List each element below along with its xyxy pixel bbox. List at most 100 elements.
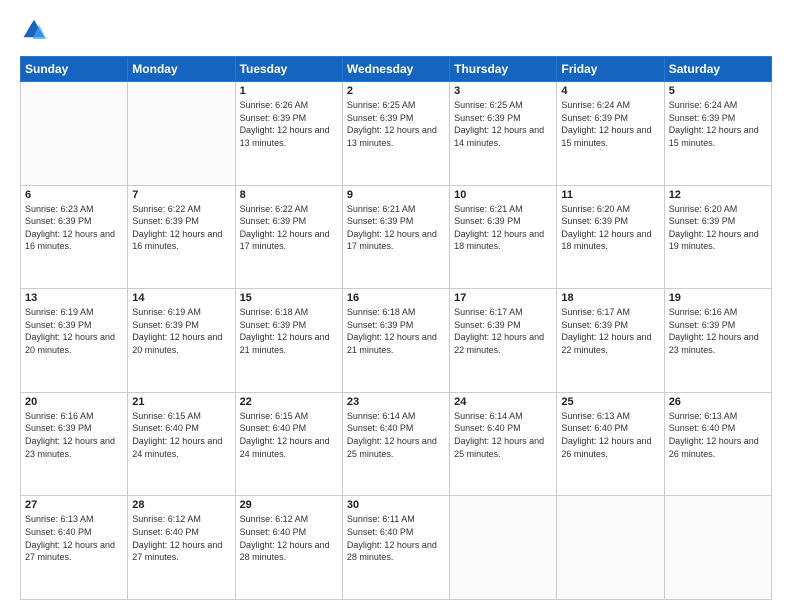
header bbox=[20, 18, 772, 46]
calendar-cell: 4Sunrise: 6:24 AM Sunset: 6:39 PM Daylig… bbox=[557, 82, 664, 186]
weekday-header-row: SundayMondayTuesdayWednesdayThursdayFrid… bbox=[21, 57, 772, 82]
calendar-cell bbox=[664, 496, 771, 600]
calendar-cell: 27 Sunrise: 6:13 AM Sunset: 6:40 PM Dayli… bbox=[21, 496, 128, 600]
weekday-header-thursday: Thursday bbox=[450, 57, 557, 82]
calendar-cell: 13 Sunrise: 6:19 AM Sunset: 6:39 PM Dayli… bbox=[21, 289, 128, 393]
calendar-cell: 17 Sunrise: 6:17 AM Sunset: 6:39 PM Dayli… bbox=[450, 289, 557, 393]
calendar-cell: 28 Sunrise: 6:12 AM Sunset: 6:40 PM Dayli… bbox=[128, 496, 235, 600]
logo-icon bbox=[20, 18, 48, 46]
weekday-header-saturday: Saturday bbox=[664, 57, 771, 82]
calendar-cell: 10Sunrise: 6:21 AM Sunset: 6:39 PM Dayli… bbox=[450, 185, 557, 289]
calendar-cell: 5 Sunrise: 6:24 AM Sunset: 6:39 PM Daylig… bbox=[664, 82, 771, 186]
day-info: Sunrise: 6:13 AM Sunset: 6:40 PM Dayligh… bbox=[669, 410, 767, 460]
calendar-cell: 21 Sunrise: 6:15 AM Sunset: 6:40 PM Dayli… bbox=[128, 392, 235, 496]
calendar-cell: 1 Sunrise: 6:26 AM Sunset: 6:39 PM Daylig… bbox=[235, 82, 342, 186]
calendar-cell: 29 Sunrise: 6:12 AM Sunset: 6:40 PM Dayli… bbox=[235, 496, 342, 600]
calendar-body: 1 Sunrise: 6:26 AM Sunset: 6:39 PM Daylig… bbox=[21, 82, 772, 600]
calendar-table: SundayMondayTuesdayWednesdayThursdayFrid… bbox=[20, 56, 772, 600]
day-number: 20 bbox=[25, 396, 123, 408]
calendar-cell: 7 Sunrise: 6:22 AM Sunset: 6:39 PM Daylig… bbox=[128, 185, 235, 289]
day-number: 25 bbox=[561, 396, 659, 408]
day-number: 19 bbox=[669, 292, 767, 304]
page: SundayMondayTuesdayWednesdayThursdayFrid… bbox=[0, 0, 792, 612]
day-number: 16 bbox=[347, 292, 445, 304]
weekday-header-monday: Monday bbox=[128, 57, 235, 82]
day-number: 30 bbox=[347, 499, 445, 511]
day-info: Sunrise: 6:14 AM Sunset: 6:40 PM Dayligh… bbox=[347, 410, 445, 460]
calendar-cell bbox=[128, 82, 235, 186]
day-number: 12 bbox=[669, 189, 767, 201]
calendar-cell: 15Sunrise: 6:18 AM Sunset: 6:39 PM Dayli… bbox=[235, 289, 342, 393]
calendar-week-row: 6 Sunrise: 6:23 AM Sunset: 6:39 PM Daylig… bbox=[21, 185, 772, 289]
day-number: 10 bbox=[454, 189, 552, 201]
calendar-cell: 9 Sunrise: 6:21 AM Sunset: 6:39 PM Daylig… bbox=[342, 185, 449, 289]
calendar-cell: 2Sunrise: 6:25 AM Sunset: 6:39 PM Daylig… bbox=[342, 82, 449, 186]
day-info: Sunrise: 6:12 AM Sunset: 6:40 PM Dayligh… bbox=[132, 513, 230, 563]
day-info: Sunrise: 6:14 AM Sunset: 6:40 PM Dayligh… bbox=[454, 410, 552, 460]
day-info: Sunrise: 6:11 AM Sunset: 6:40 PM Dayligh… bbox=[347, 513, 445, 563]
calendar-header: SundayMondayTuesdayWednesdayThursdayFrid… bbox=[21, 57, 772, 82]
day-number: 1 bbox=[240, 85, 338, 97]
day-info: Sunrise: 6:13 AM Sunset: 6:40 PM Dayligh… bbox=[25, 513, 123, 563]
calendar-cell: 14Sunrise: 6:19 AM Sunset: 6:39 PM Dayli… bbox=[128, 289, 235, 393]
day-number: 17 bbox=[454, 292, 552, 304]
day-number: 8 bbox=[240, 189, 338, 201]
day-info: Sunrise: 6:20 AM Sunset: 6:39 PM Dayligh… bbox=[561, 203, 659, 253]
day-info: Sunrise: 6:18 AM Sunset: 6:39 PM Dayligh… bbox=[347, 306, 445, 356]
calendar-cell bbox=[21, 82, 128, 186]
day-info: Sunrise: 6:23 AM Sunset: 6:39 PM Dayligh… bbox=[25, 203, 123, 253]
day-number: 13 bbox=[25, 292, 123, 304]
day-number: 21 bbox=[132, 396, 230, 408]
weekday-header-tuesday: Tuesday bbox=[235, 57, 342, 82]
calendar-cell: 3Sunrise: 6:25 AM Sunset: 6:39 PM Daylig… bbox=[450, 82, 557, 186]
day-number: 18 bbox=[561, 292, 659, 304]
day-number: 27 bbox=[25, 499, 123, 511]
day-info: Sunrise: 6:22 AM Sunset: 6:39 PM Dayligh… bbox=[132, 203, 230, 253]
calendar-cell: 12Sunrise: 6:20 AM Sunset: 6:39 PM Dayli… bbox=[664, 185, 771, 289]
day-number: 24 bbox=[454, 396, 552, 408]
calendar-cell: 20 Sunrise: 6:16 AM Sunset: 6:39 PM Dayli… bbox=[21, 392, 128, 496]
day-info: Sunrise: 6:22 AM Sunset: 6:39 PM Dayligh… bbox=[240, 203, 338, 253]
day-number: 29 bbox=[240, 499, 338, 511]
day-info: Sunrise: 6:24 AM Sunset: 6:39 PM Dayligh… bbox=[669, 99, 767, 149]
calendar-cell: 19 Sunrise: 6:16 AM Sunset: 6:39 PM Dayli… bbox=[664, 289, 771, 393]
day-info: Sunrise: 6:26 AM Sunset: 6:39 PM Dayligh… bbox=[240, 99, 338, 149]
day-number: 26 bbox=[669, 396, 767, 408]
day-number: 23 bbox=[347, 396, 445, 408]
calendar-week-row: 13 Sunrise: 6:19 AM Sunset: 6:39 PM Dayli… bbox=[21, 289, 772, 393]
calendar-cell: 25Sunrise: 6:13 AM Sunset: 6:40 PM Dayli… bbox=[557, 392, 664, 496]
weekday-header-wednesday: Wednesday bbox=[342, 57, 449, 82]
day-info: Sunrise: 6:21 AM Sunset: 6:39 PM Dayligh… bbox=[347, 203, 445, 253]
day-info: Sunrise: 6:15 AM Sunset: 6:40 PM Dayligh… bbox=[240, 410, 338, 460]
calendar-cell: 23 Sunrise: 6:14 AM Sunset: 6:40 PM Dayli… bbox=[342, 392, 449, 496]
day-info: Sunrise: 6:17 AM Sunset: 6:39 PM Dayligh… bbox=[454, 306, 552, 356]
day-info: Sunrise: 6:17 AM Sunset: 6:39 PM Dayligh… bbox=[561, 306, 659, 356]
day-info: Sunrise: 6:16 AM Sunset: 6:39 PM Dayligh… bbox=[25, 410, 123, 460]
day-info: Sunrise: 6:12 AM Sunset: 6:40 PM Dayligh… bbox=[240, 513, 338, 563]
day-number: 28 bbox=[132, 499, 230, 511]
day-info: Sunrise: 6:18 AM Sunset: 6:39 PM Dayligh… bbox=[240, 306, 338, 356]
day-info: Sunrise: 6:16 AM Sunset: 6:39 PM Dayligh… bbox=[669, 306, 767, 356]
day-info: Sunrise: 6:19 AM Sunset: 6:39 PM Dayligh… bbox=[25, 306, 123, 356]
day-number: 4 bbox=[561, 85, 659, 97]
day-info: Sunrise: 6:25 AM Sunset: 6:39 PM Dayligh… bbox=[454, 99, 552, 149]
calendar-cell: 24 Sunrise: 6:14 AM Sunset: 6:40 PM Dayli… bbox=[450, 392, 557, 496]
calendar-cell bbox=[450, 496, 557, 600]
calendar-week-row: 1 Sunrise: 6:26 AM Sunset: 6:39 PM Daylig… bbox=[21, 82, 772, 186]
calendar-cell: 11Sunrise: 6:20 AM Sunset: 6:39 PM Dayli… bbox=[557, 185, 664, 289]
calendar-cell: 8 Sunrise: 6:22 AM Sunset: 6:39 PM Daylig… bbox=[235, 185, 342, 289]
calendar-week-row: 20 Sunrise: 6:16 AM Sunset: 6:39 PM Dayli… bbox=[21, 392, 772, 496]
day-number: 5 bbox=[669, 85, 767, 97]
day-number: 7 bbox=[132, 189, 230, 201]
day-number: 2 bbox=[347, 85, 445, 97]
calendar-cell: 26 Sunrise: 6:13 AM Sunset: 6:40 PM Dayli… bbox=[664, 392, 771, 496]
calendar-cell: 22Sunrise: 6:15 AM Sunset: 6:40 PM Dayli… bbox=[235, 392, 342, 496]
calendar-cell: 16 Sunrise: 6:18 AM Sunset: 6:39 PM Dayli… bbox=[342, 289, 449, 393]
calendar-week-row: 27 Sunrise: 6:13 AM Sunset: 6:40 PM Dayli… bbox=[21, 496, 772, 600]
day-number: 6 bbox=[25, 189, 123, 201]
day-number: 9 bbox=[347, 189, 445, 201]
day-info: Sunrise: 6:15 AM Sunset: 6:40 PM Dayligh… bbox=[132, 410, 230, 460]
calendar-cell bbox=[557, 496, 664, 600]
weekday-header-friday: Friday bbox=[557, 57, 664, 82]
calendar-cell: 6 Sunrise: 6:23 AM Sunset: 6:39 PM Daylig… bbox=[21, 185, 128, 289]
